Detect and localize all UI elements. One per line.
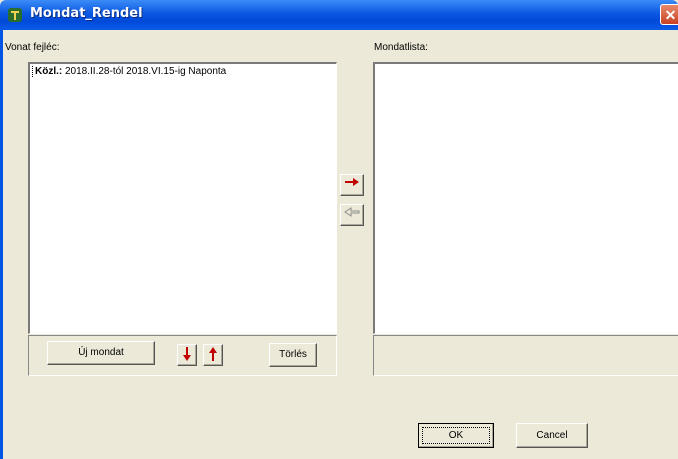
delete-button[interactable]: Törlés [269, 343, 317, 367]
train-header-label: Vonat fejléc: [5, 42, 60, 53]
app-icon [8, 8, 22, 22]
cancel-button[interactable]: Cancel [516, 423, 588, 448]
remove-from-list-button[interactable] [340, 204, 364, 226]
title-bar[interactable]: Mondat_Rendel ✕ [0, 0, 678, 30]
list-item-text: 2018.II.28-tól 2018.VI.15-ig Naponta [65, 66, 227, 77]
right-panel [373, 335, 678, 376]
arrow-right-icon [345, 178, 359, 186]
delete-label: Törlés [279, 349, 307, 360]
train-header-list[interactable]: Közl.: 2018.II.28-tól 2018.VI.15-ig Napo… [28, 62, 337, 334]
arrow-up-icon [209, 347, 217, 361]
focus-rect [422, 427, 490, 444]
new-sentence-button[interactable]: Új mondat [47, 341, 155, 365]
window-title: Mondat_Rendel [30, 6, 143, 21]
sentence-list[interactable] [373, 62, 678, 334]
dialog-body: Vonat fejléc: Közl.: 2018.II.28-tól 2018… [0, 30, 678, 459]
left-button-panel: Új mondat Törlés [28, 335, 337, 376]
sentence-list-label: Mondatlista: [374, 42, 428, 53]
new-sentence-label: Új mondat [78, 347, 124, 358]
close-button[interactable]: ✕ [660, 4, 678, 25]
list-item-prefix: Közl.: [35, 66, 63, 77]
cancel-label: Cancel [536, 430, 568, 441]
close-icon: ✕ [664, 7, 677, 23]
list-item[interactable]: Közl.: 2018.II.28-tól 2018.VI.15-ig Napo… [32, 66, 226, 77]
move-up-button[interactable] [203, 344, 223, 366]
arrow-down-icon [183, 347, 191, 361]
move-down-button[interactable] [177, 344, 197, 366]
ok-button[interactable]: OK [418, 423, 494, 448]
arrow-left-icon [344, 207, 360, 217]
add-to-list-button[interactable] [340, 174, 364, 196]
